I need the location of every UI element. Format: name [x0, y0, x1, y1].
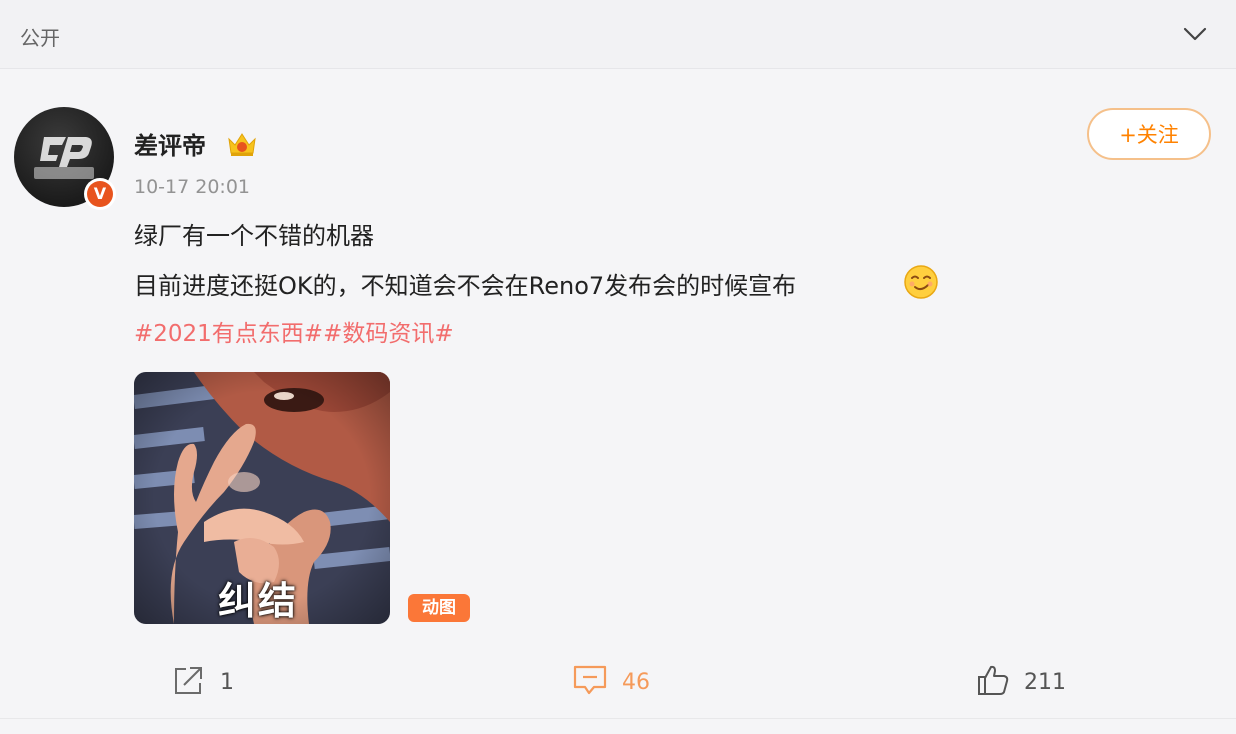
visibility-label: 公开 — [20, 26, 60, 50]
smirk-emoji-icon — [903, 264, 939, 300]
post-timestamp[interactable]: 10-17 20:01 — [134, 176, 250, 198]
repost-count: 1 — [220, 669, 234, 695]
like-button[interactable]: 211 — [976, 660, 1066, 704]
repost-button[interactable]: 1 — [172, 660, 234, 704]
like-count: 211 — [1024, 669, 1066, 695]
gif-caption: 纠结 — [218, 579, 299, 623]
share-icon — [172, 663, 206, 701]
chevron-down-icon[interactable] — [1182, 24, 1208, 44]
divider — [0, 718, 1236, 719]
comment-count: 46 — [622, 669, 650, 695]
topic-tag[interactable]: #数码资讯# — [323, 321, 454, 347]
gif-badge: 动图 — [408, 594, 470, 622]
post-text-line: 绿厂有一个不错的机器 — [134, 222, 374, 250]
top-bar: 公开 — [0, 0, 1236, 69]
author-name[interactable]: 差评帝 — [134, 126, 206, 161]
thumbs-up-icon — [976, 663, 1010, 701]
verified-badge: V — [84, 178, 116, 210]
post-text-line: 目前进度还挺OK的，不知道会不会在Reno7发布会的时候宣布 — [134, 272, 797, 300]
follow-button[interactable]: +关注 — [1087, 108, 1211, 160]
gif-thumbnail[interactable]: 纠结 — [134, 372, 390, 624]
comment-icon — [572, 663, 608, 701]
comment-button[interactable]: 46 — [572, 660, 650, 704]
crown-icon[interactable] — [226, 128, 258, 160]
topic-tags: #2021有点东西##数码资讯# — [134, 314, 454, 348]
topic-tag[interactable]: #2021有点东西# — [134, 321, 323, 347]
